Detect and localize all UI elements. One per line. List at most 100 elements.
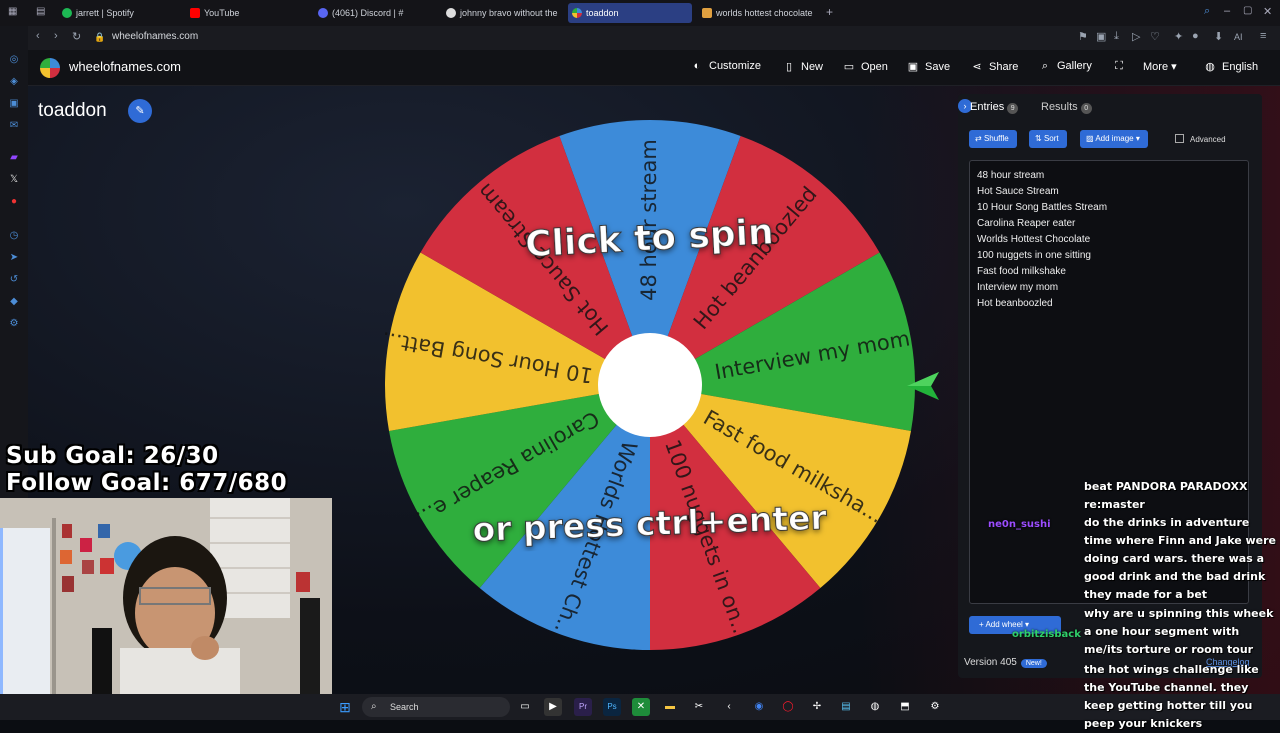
history-icon[interactable]: ↺: [8, 274, 20, 286]
save-icon: ▣: [907, 61, 919, 73]
entry-line: 10 Hour Song Battles Stream: [977, 202, 1108, 213]
ai-icon[interactable]: AI: [1234, 32, 1243, 42]
play-icon[interactable]: ▷: [1132, 30, 1140, 43]
media-player-icon[interactable]: ▶: [544, 698, 562, 716]
premiere-icon[interactable]: Pr: [574, 698, 592, 716]
entry-line: Carolina Reaper eater: [977, 218, 1076, 229]
minimize-icon[interactable]: –: [1224, 5, 1230, 17]
search-icon[interactable]: ⌕: [1204, 5, 1210, 18]
forward-icon[interactable]: ›: [54, 30, 58, 42]
screenshot-icon[interactable]: ▣: [1096, 30, 1106, 43]
browser-tab-chocolate[interactable]: worlds hottest chocolate: [698, 3, 818, 23]
add-image-label: Add image: [1095, 134, 1134, 143]
clock-icon[interactable]: ◷: [8, 230, 20, 242]
discord-icon: [318, 8, 328, 18]
settings-icon[interactable]: ⚙: [926, 698, 944, 716]
browser-tab-youtube[interactable]: YouTube: [186, 3, 306, 23]
browser-tab-google[interactable]: johnny bravo without the: [442, 3, 562, 23]
windows-start-icon[interactable]: ⊞: [336, 698, 354, 716]
chevron-down-icon: ▾: [1135, 134, 1140, 143]
shopping-icon[interactable]: ◈: [8, 76, 20, 88]
settings-icon[interactable]: ⚙: [8, 318, 20, 330]
tab-entries[interactable]: Entries 9: [970, 101, 1019, 114]
new-tab-button[interactable]: +: [826, 5, 833, 19]
share-icon: ⋖: [972, 61, 982, 73]
advanced-label: Advanced: [1190, 135, 1226, 144]
customize-label: Customize: [709, 60, 761, 72]
browser-tab-spotify[interactable]: jarrett | Spotify: [58, 3, 178, 23]
close-icon[interactable]: ✕: [1263, 5, 1272, 18]
fullscreen-button[interactable]: ⛶: [1112, 60, 1131, 73]
site-name[interactable]: wheelofnames.com: [69, 59, 181, 74]
wheel-svg[interactable]: 48 hour stream Hot beanboozledInterview m…: [380, 120, 915, 650]
mail-icon[interactable]: ✉: [8, 120, 20, 132]
download-icon[interactable]: ⤓: [1114, 30, 1119, 43]
browser-tab-toaddon[interactable]: toaddon: [568, 3, 692, 23]
tab-label: worlds hottest chocolate: [716, 8, 813, 18]
record-icon[interactable]: ●: [8, 196, 20, 208]
gallery-button[interactable]: ⌕ Gallery: [1038, 60, 1092, 73]
edit-title-button[interactable]: ✎: [128, 99, 152, 123]
back-icon[interactable]: ‹: [36, 30, 40, 42]
wheel-logo-icon[interactable]: [40, 58, 60, 78]
photoshop-icon[interactable]: Ps: [603, 698, 621, 716]
x-icon[interactable]: 𝕏: [8, 174, 20, 186]
add-image-button[interactable]: ▨ Add image ▾: [1080, 130, 1148, 148]
url-field[interactable]: wheelofnames.com: [112, 31, 198, 42]
messenger-icon[interactable]: ◎: [8, 54, 20, 66]
language-button[interactable]: ◍ English: [1203, 60, 1258, 73]
profile-icon[interactable]: ●: [1192, 30, 1199, 42]
file-icon: ▯: [785, 61, 793, 73]
save-button[interactable]: ▣ Save: [906, 60, 950, 73]
more-button[interactable]: More ▾: [1143, 60, 1177, 73]
shuffle-button[interactable]: ⇄ Shuffle: [969, 130, 1017, 148]
sort-button[interactable]: ⇅ Sort: [1029, 130, 1067, 148]
app-icon[interactable]: ⬒: [896, 698, 914, 716]
send-icon[interactable]: ➤: [8, 252, 20, 264]
globe-icon: ◍: [1205, 61, 1215, 73]
share-button[interactable]: ⋖ Share: [970, 60, 1018, 73]
reload-icon[interactable]: ↻: [72, 30, 81, 43]
advanced-checkbox[interactable]: Advanced: [1175, 134, 1226, 144]
extensions-icon[interactable]: ✦: [1174, 30, 1183, 43]
webcam-feed: [0, 498, 332, 694]
address-bar: ‹ › ↻ 🔒 wheelofnames.com ⚑ ▣ ⤓ ▷ ♡ ✦ ● ⬇…: [28, 26, 1280, 50]
chat-message: why are u spinning this wheek a one hour…: [1084, 607, 1274, 656]
tab-list-icon[interactable]: ▤: [36, 6, 50, 20]
heart-icon[interactable]: ♡: [1150, 30, 1160, 43]
obs-icon[interactable]: ◍: [866, 698, 884, 716]
wheel-center[interactable]: [598, 333, 702, 437]
arrow-app-icon[interactable]: ‹: [720, 698, 738, 716]
cube-icon[interactable]: ◆: [8, 296, 20, 308]
entry-line: Interview my mom: [977, 282, 1059, 293]
open-button[interactable]: ▭ Open: [842, 60, 888, 73]
sort-label: Sort: [1043, 134, 1059, 143]
snipping-icon[interactable]: ✂: [690, 698, 708, 716]
open-label: Open: [861, 61, 888, 73]
task-view-icon[interactable]: ▭: [516, 698, 534, 716]
tab-results[interactable]: Results 0: [1041, 101, 1092, 114]
tab-results-label: Results: [1041, 101, 1078, 113]
bookmark-icon[interactable]: ⚑: [1078, 30, 1088, 43]
downloads-icon[interactable]: ⬇: [1214, 30, 1223, 43]
twitch-icon[interactable]: ▰: [8, 152, 20, 164]
customize-button[interactable]: ◐ Customize: [690, 60, 761, 72]
xbox-icon[interactable]: ✕: [632, 698, 650, 716]
checkbox-box[interactable]: [1175, 134, 1184, 143]
menu-icon[interactable]: ≡: [1260, 30, 1266, 42]
opera-gx-icon[interactable]: ◯: [779, 698, 797, 716]
taskbar-search[interactable]: ⌕ Search: [362, 697, 510, 717]
language-label: English: [1222, 61, 1259, 73]
wheel[interactable]: 48 hour stream Hot beanboozled Interview m…: [380, 120, 915, 650]
wallet-icon[interactable]: ▣: [8, 98, 20, 110]
notepad-icon[interactable]: ▤: [837, 698, 855, 716]
chrome-icon[interactable]: ◉: [750, 698, 768, 716]
new-button[interactable]: ▯ New: [782, 60, 823, 73]
browser-tab-discord[interactable]: (4061) Discord | #: [314, 3, 436, 23]
chat-message: do the drinks in adventure time where Fi…: [1084, 516, 1277, 601]
workspace-icon[interactable]: ▦: [8, 6, 22, 20]
maximize-icon[interactable]: ▢: [1243, 5, 1252, 16]
file-explorer-icon[interactable]: ▬: [661, 698, 679, 716]
pinwheel-app-icon[interactable]: ✢: [808, 698, 826, 716]
entry-line: 48 hour stream: [977, 170, 1045, 181]
